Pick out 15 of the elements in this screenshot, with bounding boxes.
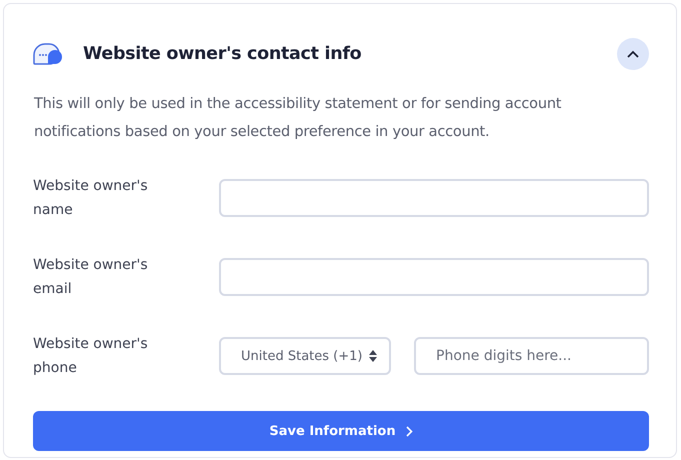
input-field[interactable] [219, 179, 649, 217]
field-label: Website owner's email [33, 256, 149, 299]
field-label: Website owner's phone [33, 335, 149, 378]
field-label: Website owner's name [33, 177, 149, 220]
sort-arrows-icon [369, 350, 377, 362]
description-text: This will only be used in the accessibility statement or for sending account notifications based on your selected preference in your account. [34, 95, 562, 142]
phone-field[interactable]: Phone digits here... [414, 337, 649, 375]
save-button[interactable]: Save Information [33, 411, 649, 451]
chevron-right-icon [406, 426, 413, 436]
chat-bubble-icon [33, 43, 63, 65]
panel-title: Website owner's contact info [83, 44, 362, 64]
country-select[interactable]: United States (+1) [219, 337, 391, 375]
collapse-button[interactable] [617, 38, 649, 70]
input-field[interactable] [219, 258, 649, 296]
caret-icon [627, 50, 639, 58]
